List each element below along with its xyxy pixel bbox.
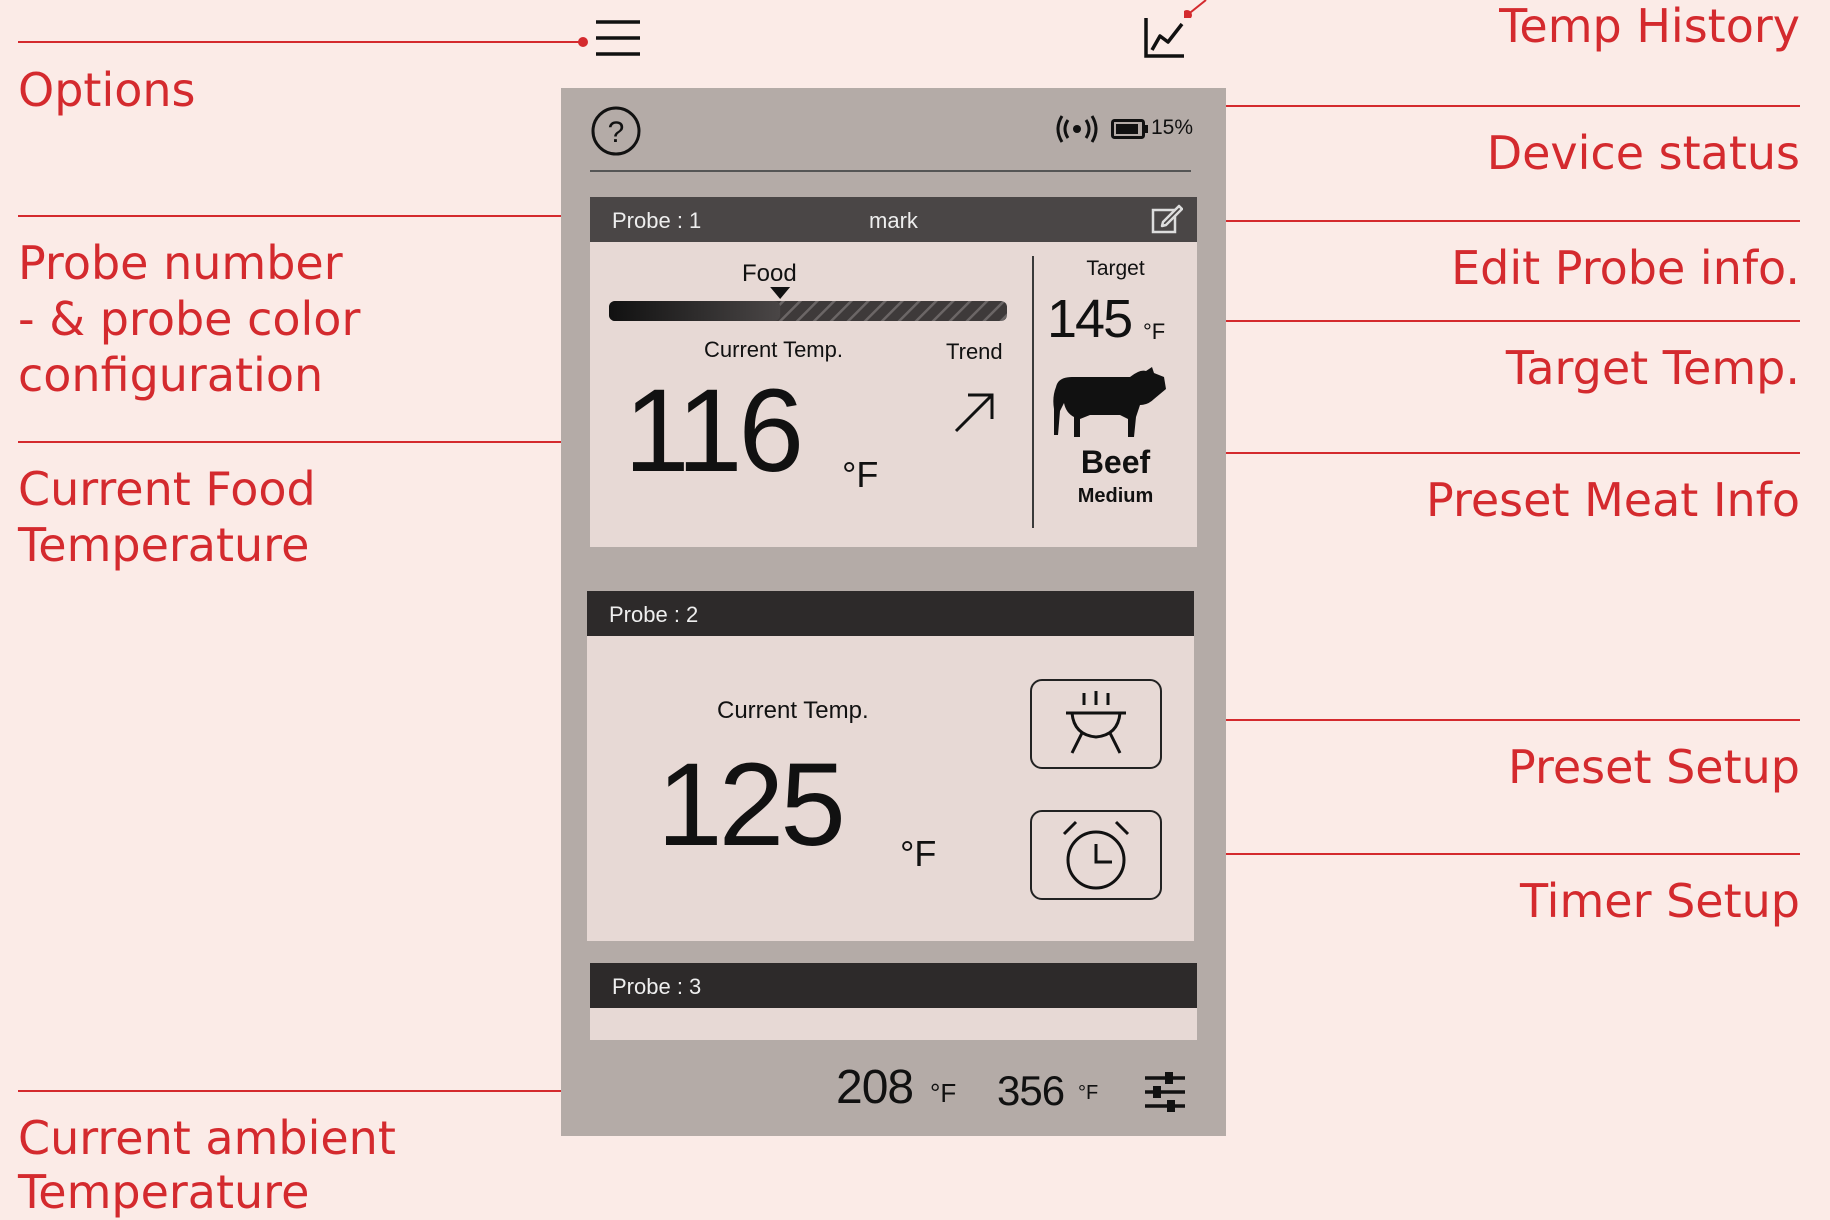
preset-setup-leader bbox=[1170, 719, 1800, 721]
grill-icon bbox=[1066, 691, 1126, 754]
target-unit: °F bbox=[1143, 319, 1166, 344]
svg-text:?: ? bbox=[608, 116, 625, 149]
preset-setup-button[interactable] bbox=[1030, 679, 1162, 769]
probe-1-name: mark bbox=[869, 208, 918, 233]
ambient-unit-1: °F bbox=[930, 1078, 957, 1108]
ambient-temp-1: 208 bbox=[836, 1061, 914, 1114]
current-temp-label: Current Temp. bbox=[704, 337, 843, 362]
battery-percent: 15% bbox=[1151, 116, 1194, 139]
target-temp-label: Target Temp. bbox=[1505, 341, 1800, 395]
probe-1-unit: °F bbox=[842, 454, 879, 495]
trend-arrow-icon bbox=[954, 393, 994, 433]
probe-2-current-label: Current Temp. bbox=[717, 697, 869, 724]
probe-2-unit: °F bbox=[900, 833, 937, 874]
edit-icon[interactable] bbox=[1151, 204, 1183, 236]
phone-screen: ? 15% Probe : 1 mark Food Current Temp. … bbox=[561, 88, 1226, 1136]
temp-history-label: Temp History bbox=[1499, 0, 1800, 53]
help-icon[interactable]: ? bbox=[590, 105, 642, 157]
edit-probe-leader bbox=[1205, 220, 1800, 222]
probe-2-header: Probe : 2 bbox=[587, 591, 1194, 636]
options-leader bbox=[18, 41, 583, 43]
device-status-leader bbox=[1183, 105, 1800, 107]
timer-setup-button[interactable] bbox=[1030, 810, 1162, 900]
food-label: Food bbox=[742, 260, 797, 287]
target-label: Target bbox=[1086, 257, 1145, 280]
status-divider bbox=[590, 170, 1191, 172]
probe-2-label: Probe : 2 bbox=[609, 602, 699, 627]
probe-number-label-1: Probe number bbox=[18, 236, 343, 290]
ambient-label-2: Temperature bbox=[18, 1165, 310, 1219]
probe-number-leader bbox=[18, 215, 583, 217]
chart-icon[interactable] bbox=[1142, 16, 1188, 60]
alarm-clock-icon bbox=[1062, 820, 1130, 890]
signal-icon bbox=[1056, 115, 1098, 143]
probe-2-current-temp: 125 bbox=[657, 739, 846, 871]
timer-setup-leader bbox=[1170, 853, 1800, 855]
sliders-icon[interactable] bbox=[1143, 1070, 1187, 1114]
preset-setup-label: Preset Setup bbox=[1508, 740, 1800, 794]
probe-1-current-temp: 116 bbox=[624, 365, 804, 497]
preset-meat-label: Preset Meat Info bbox=[1426, 473, 1800, 527]
timer-setup-label: Timer Setup bbox=[1520, 874, 1800, 928]
ambient-temp-2: 356 bbox=[997, 1067, 1065, 1114]
current-food-leader bbox=[18, 441, 610, 443]
meat-name: Beef bbox=[1080, 444, 1151, 480]
current-food-label-1: Current Food bbox=[18, 462, 316, 516]
probe-number-label-2: - & probe color bbox=[18, 292, 361, 346]
target-temp-leader bbox=[1205, 320, 1800, 322]
food-progress-bar bbox=[609, 287, 1007, 321]
probe-2-card[interactable]: Probe : 2 Current Temp. 125 °F bbox=[587, 591, 1194, 941]
menu-icon[interactable] bbox=[594, 18, 642, 58]
doneness: Medium bbox=[1077, 485, 1154, 507]
battery-icon bbox=[1111, 119, 1148, 139]
probe-3-label: Probe : 3 bbox=[612, 974, 702, 999]
edit-probe-label: Edit Probe info. bbox=[1451, 241, 1800, 295]
cow-icon bbox=[1053, 367, 1166, 437]
options-leader-dot bbox=[578, 37, 588, 47]
probe-3-header: Probe : 3 bbox=[590, 963, 1197, 1008]
ambient-unit-2: °F bbox=[1078, 1082, 1099, 1104]
probe-1-card[interactable]: Probe : 1 mark Food Current Temp. Trend … bbox=[590, 197, 1197, 547]
device-status-label: Device status bbox=[1486, 126, 1800, 180]
current-food-label-2: Temperature bbox=[18, 518, 310, 572]
probe-3-card[interactable]: Probe : 3 bbox=[590, 963, 1197, 1040]
ambient-label-1: Current ambient bbox=[18, 1111, 396, 1165]
preset-meat-leader bbox=[1205, 452, 1800, 454]
trend-label: Trend bbox=[946, 339, 1003, 364]
probe-1-header: Probe : 1 mark bbox=[590, 197, 1197, 242]
target-temp: 145 bbox=[1047, 289, 1133, 349]
options-label: Options bbox=[18, 63, 196, 117]
probe-number-label-3: configuration bbox=[18, 348, 324, 402]
